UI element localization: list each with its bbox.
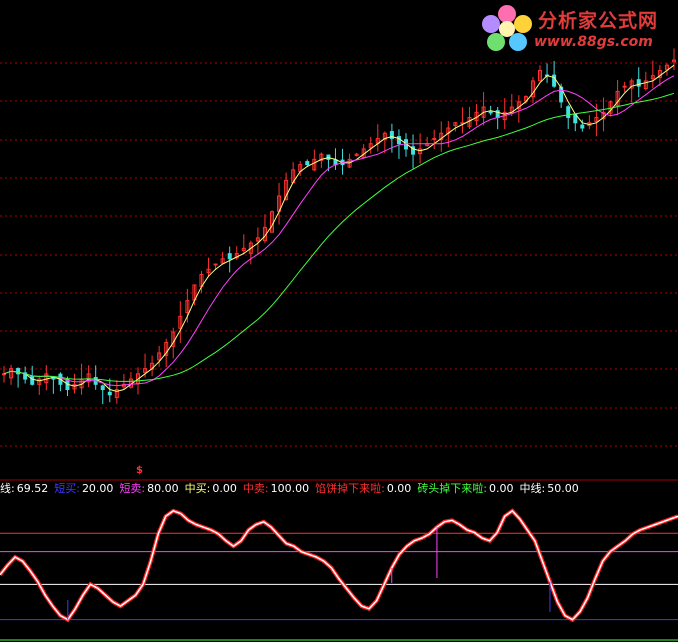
candle-body (580, 124, 585, 129)
oscillator-reference-lines (0, 532, 678, 641)
candlestick-series (2, 48, 676, 405)
legend-label: 中线: (519, 482, 546, 495)
legend-label: 线: (0, 482, 15, 495)
candle-body (213, 263, 218, 266)
candle-body (432, 137, 437, 140)
candle-body (16, 368, 21, 375)
flower-logo-icon (482, 5, 532, 51)
signal-marker: $ (136, 465, 143, 476)
oscillator-series (0, 508, 678, 623)
candle-body (2, 373, 6, 376)
legend-value: 50.00 (547, 482, 579, 495)
candle-body (100, 385, 105, 391)
legend-value: 0.00 (489, 482, 514, 495)
candle-body (227, 253, 232, 260)
candle-body (305, 161, 310, 166)
legend-value: 0.00 (212, 482, 237, 495)
indicator-legend: 线: 69.52 短买: 20.00 短卖: 80.00 中买: 0.00 中卖: 10… (0, 481, 585, 497)
watermark-logo: 分析家公式网 www.88gs.com (478, 2, 676, 54)
legend-label: 中买: (184, 482, 211, 495)
candle-body (488, 111, 493, 114)
legend-value: 20.00 (81, 482, 114, 495)
candle-body (622, 85, 627, 88)
watermark-title: 分析家公式网 (538, 10, 659, 32)
legend-value: 69.52 (16, 482, 49, 495)
candle-body (30, 375, 35, 385)
stock-chart-canvas (0, 48, 678, 641)
legend-value: 100.00 (270, 482, 310, 495)
moving-average-lines (3, 64, 675, 392)
watermark-url: www.88gs.com (534, 34, 653, 50)
ma-line (3, 92, 675, 382)
legend-label: 馅饼掉下来啦: (315, 482, 385, 495)
oscillator-line (0, 509, 678, 621)
oscillator-shadow (0, 508, 678, 623)
legend-value: 80.00 (147, 482, 179, 495)
candle-body (566, 106, 571, 119)
legend-value: 0.00 (386, 482, 412, 495)
candle-body (107, 391, 112, 396)
price-grid (0, 62, 678, 481)
candle-body (396, 136, 401, 145)
legend-label: 短卖: (119, 482, 146, 495)
legend-label: 砖头掉下来啦: (417, 482, 488, 495)
legend-label: 短买: (54, 482, 80, 495)
candle-body (636, 79, 641, 87)
legend-label: 中卖: (242, 482, 269, 495)
